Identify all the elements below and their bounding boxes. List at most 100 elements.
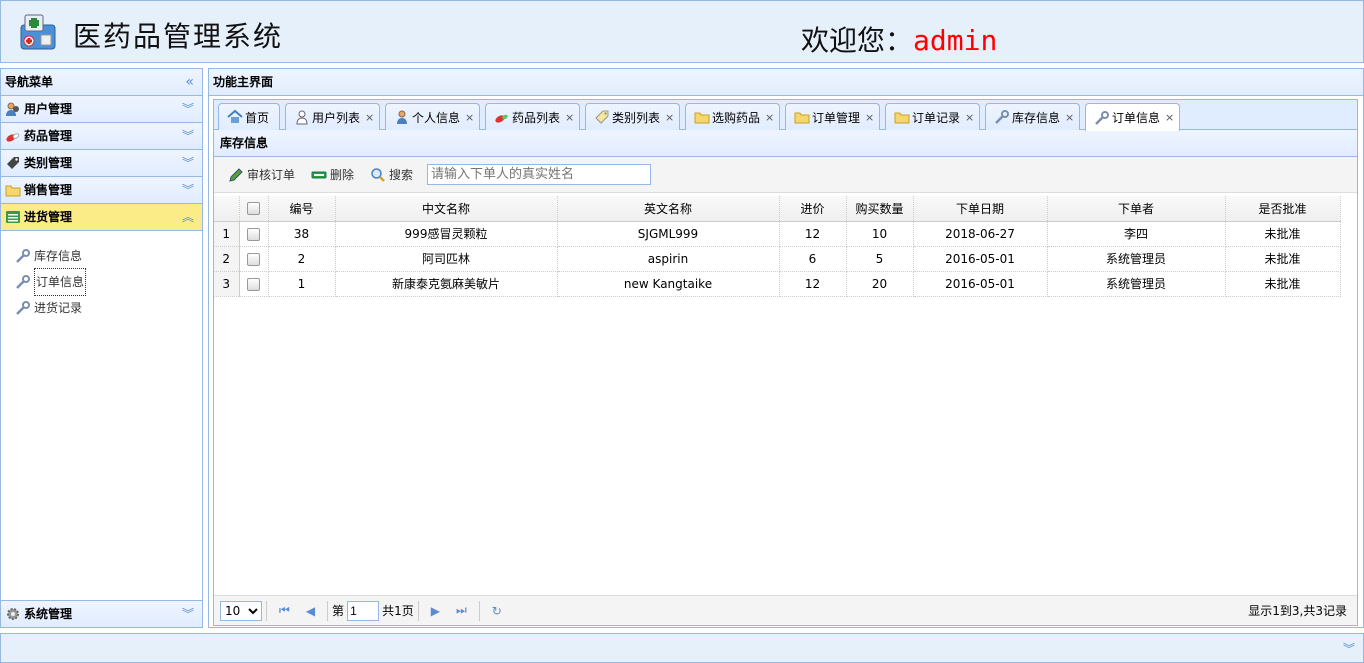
col-header-price[interactable]: 进价 [779, 196, 847, 222]
list-icon [6, 211, 20, 223]
row-select-cell[interactable] [239, 246, 269, 272]
cell-approved: 未批准 [1225, 246, 1341, 272]
close-icon[interactable]: × [565, 111, 574, 124]
col-header-buyer[interactable]: 下单者 [1047, 196, 1226, 222]
orders-grid: 编号 中文名称 英文名称 进价 购买数量 下单日期 下单者 是否批准 1 38 [214, 196, 1357, 596]
prev-page-icon[interactable]: ◀ [306, 604, 315, 618]
nav-section-purchasing[interactable]: 进货管理 ︽ [1, 204, 202, 231]
tab-user-list[interactable]: 用户列表 × [285, 103, 380, 130]
close-icon[interactable]: × [1165, 111, 1174, 124]
chevron-down-icon: ︾ [181, 129, 194, 143]
nav-item-purchase-records[interactable]: 进货记录 [1, 295, 202, 321]
cell-cn-name: 新康泰克氨麻美敏片 [335, 271, 558, 297]
nav-section-users[interactable]: 用户管理 ︾ [1, 96, 202, 123]
wrench-icon [16, 249, 30, 263]
row-checkbox[interactable] [247, 252, 260, 266]
cell-en-name: aspirin [557, 246, 780, 272]
buyer-name-search-input[interactable] [427, 164, 652, 185]
tab-label: 个人信息 [412, 110, 461, 125]
col-header-id[interactable]: 编号 [268, 196, 336, 222]
app-title: 医药品管理系统 [73, 20, 284, 53]
home-icon [227, 109, 243, 123]
cell-approved: 未批准 [1225, 271, 1341, 297]
orders-table: 编号 中文名称 英文名称 进价 购买数量 下单日期 下单者 是否批准 1 38 [214, 196, 1341, 297]
tab-order-records[interactable]: 订单记录 × [885, 103, 980, 130]
tab-category-list[interactable]: 类别列表 × [585, 103, 680, 130]
tab-label: 订单记录 [912, 110, 961, 125]
nav-section-label: 类别管理 [24, 156, 73, 170]
close-icon[interactable]: × [665, 111, 674, 124]
delete-button[interactable]: 删除 [305, 166, 360, 183]
nav-item-inventory[interactable]: 库存信息 [1, 243, 202, 269]
cell-date: 2016-05-01 [913, 246, 1048, 272]
table-row[interactable]: 3 1 新康泰克氨麻美敏片 new Kangtaike 12 20 2016-0… [214, 271, 1341, 297]
row-number: 3 [214, 271, 240, 297]
close-icon[interactable]: × [865, 111, 874, 124]
close-icon[interactable]: × [465, 111, 474, 124]
collapse-left-icon[interactable]: « [185, 69, 194, 96]
tab-label: 药品列表 [512, 110, 561, 125]
tab-select-drugs[interactable]: 选购药品 × [685, 103, 780, 130]
tab-strip: 首页 用户列表 × 个人信息 × 药品列表 × 类别列表 × 选购药品 × 订单… [214, 100, 1357, 131]
tab-inventory-info[interactable]: 库存信息 × [985, 103, 1080, 130]
tab-drug-list[interactable]: 药品列表 × [485, 103, 580, 130]
wrench-icon [995, 110, 1009, 124]
first-page-icon[interactable]: ⏮ [279, 603, 290, 618]
col-header-en-name[interactable]: 英文名称 [557, 196, 780, 222]
nav-section-system[interactable]: 系统管理 ︾ [1, 600, 202, 627]
table-row[interactable]: 1 38 999感冒灵颗粒 SJGML999 12 10 2018-06-27 … [214, 221, 1341, 247]
close-icon[interactable]: × [365, 111, 374, 124]
col-header-approved[interactable]: 是否批准 [1225, 196, 1341, 222]
select-all-checkbox[interactable] [247, 202, 260, 216]
nav-item-order-info[interactable]: 订单信息 [1, 268, 202, 296]
remove-icon [311, 171, 327, 178]
nav-section-label: 系统管理 [24, 607, 73, 621]
search-button[interactable]: 搜索 [364, 166, 419, 183]
chevron-up-icon: ︽ [181, 210, 194, 224]
approve-order-button[interactable]: 审核订单 [222, 166, 301, 183]
col-header-date[interactable]: 下单日期 [913, 196, 1048, 222]
table-row[interactable]: 2 2 阿司匹林 aspirin 6 5 2016-05-01 系统管理员 未批… [214, 246, 1341, 272]
col-header-qty[interactable]: 购买数量 [846, 196, 914, 222]
welcome-message: 欢迎您：admin [801, 19, 997, 59]
close-icon[interactable]: × [1065, 111, 1074, 124]
tab-home[interactable]: 首页 [218, 103, 280, 130]
nav-section-drugs[interactable]: 药品管理 ︾ [1, 123, 202, 150]
close-icon[interactable]: × [765, 111, 774, 124]
app-header: 医药品管理系统 欢迎您：admin [0, 0, 1364, 63]
cell-qty: 20 [846, 271, 914, 297]
delete-label: 删除 [330, 168, 355, 182]
page-size-select[interactable]: 10 [220, 600, 262, 621]
refresh-icon[interactable]: ↻ [492, 604, 502, 618]
folder-icon [794, 112, 810, 124]
select-all-header[interactable] [239, 196, 269, 222]
tab-profile[interactable]: 个人信息 × [385, 103, 480, 130]
nav-section-sales[interactable]: 销售管理 ︾ [1, 177, 202, 204]
folder-icon [694, 112, 710, 124]
page-number-input[interactable] [347, 600, 380, 621]
nav-section-categories[interactable]: 类别管理 ︾ [1, 150, 202, 177]
row-select-cell[interactable] [239, 221, 269, 247]
next-page-icon[interactable]: ▶ [431, 604, 440, 618]
nav-section-label: 销售管理 [24, 183, 73, 197]
pill-icon [6, 133, 20, 142]
cell-buyer: 李四 [1047, 221, 1226, 247]
close-icon[interactable]: × [965, 111, 974, 124]
tab-order-management[interactable]: 订单管理 × [785, 103, 880, 130]
last-page-icon[interactable]: ⏭ [456, 603, 467, 618]
expand-down-icon[interactable]: ︾ [1343, 640, 1355, 657]
row-checkbox[interactable] [247, 277, 260, 291]
wrench-icon [1095, 110, 1109, 125]
chevron-down-icon: ︾ [181, 156, 194, 170]
chevron-down-icon: ︾ [181, 183, 194, 197]
tab-order-info[interactable]: 订单信息 × [1085, 103, 1180, 131]
main-panel-title: 功能主界面 [209, 69, 1363, 96]
row-checkbox[interactable] [247, 227, 260, 241]
nav-section-label: 进货管理 [24, 210, 73, 224]
folder-icon [894, 112, 910, 124]
nav-title-label: 导航菜单 [5, 75, 54, 89]
row-select-cell[interactable] [239, 271, 269, 297]
col-header-cn-name[interactable]: 中文名称 [335, 196, 558, 222]
nav-item-label: 进货记录 [34, 301, 83, 315]
cell-price: 6 [779, 246, 847, 272]
